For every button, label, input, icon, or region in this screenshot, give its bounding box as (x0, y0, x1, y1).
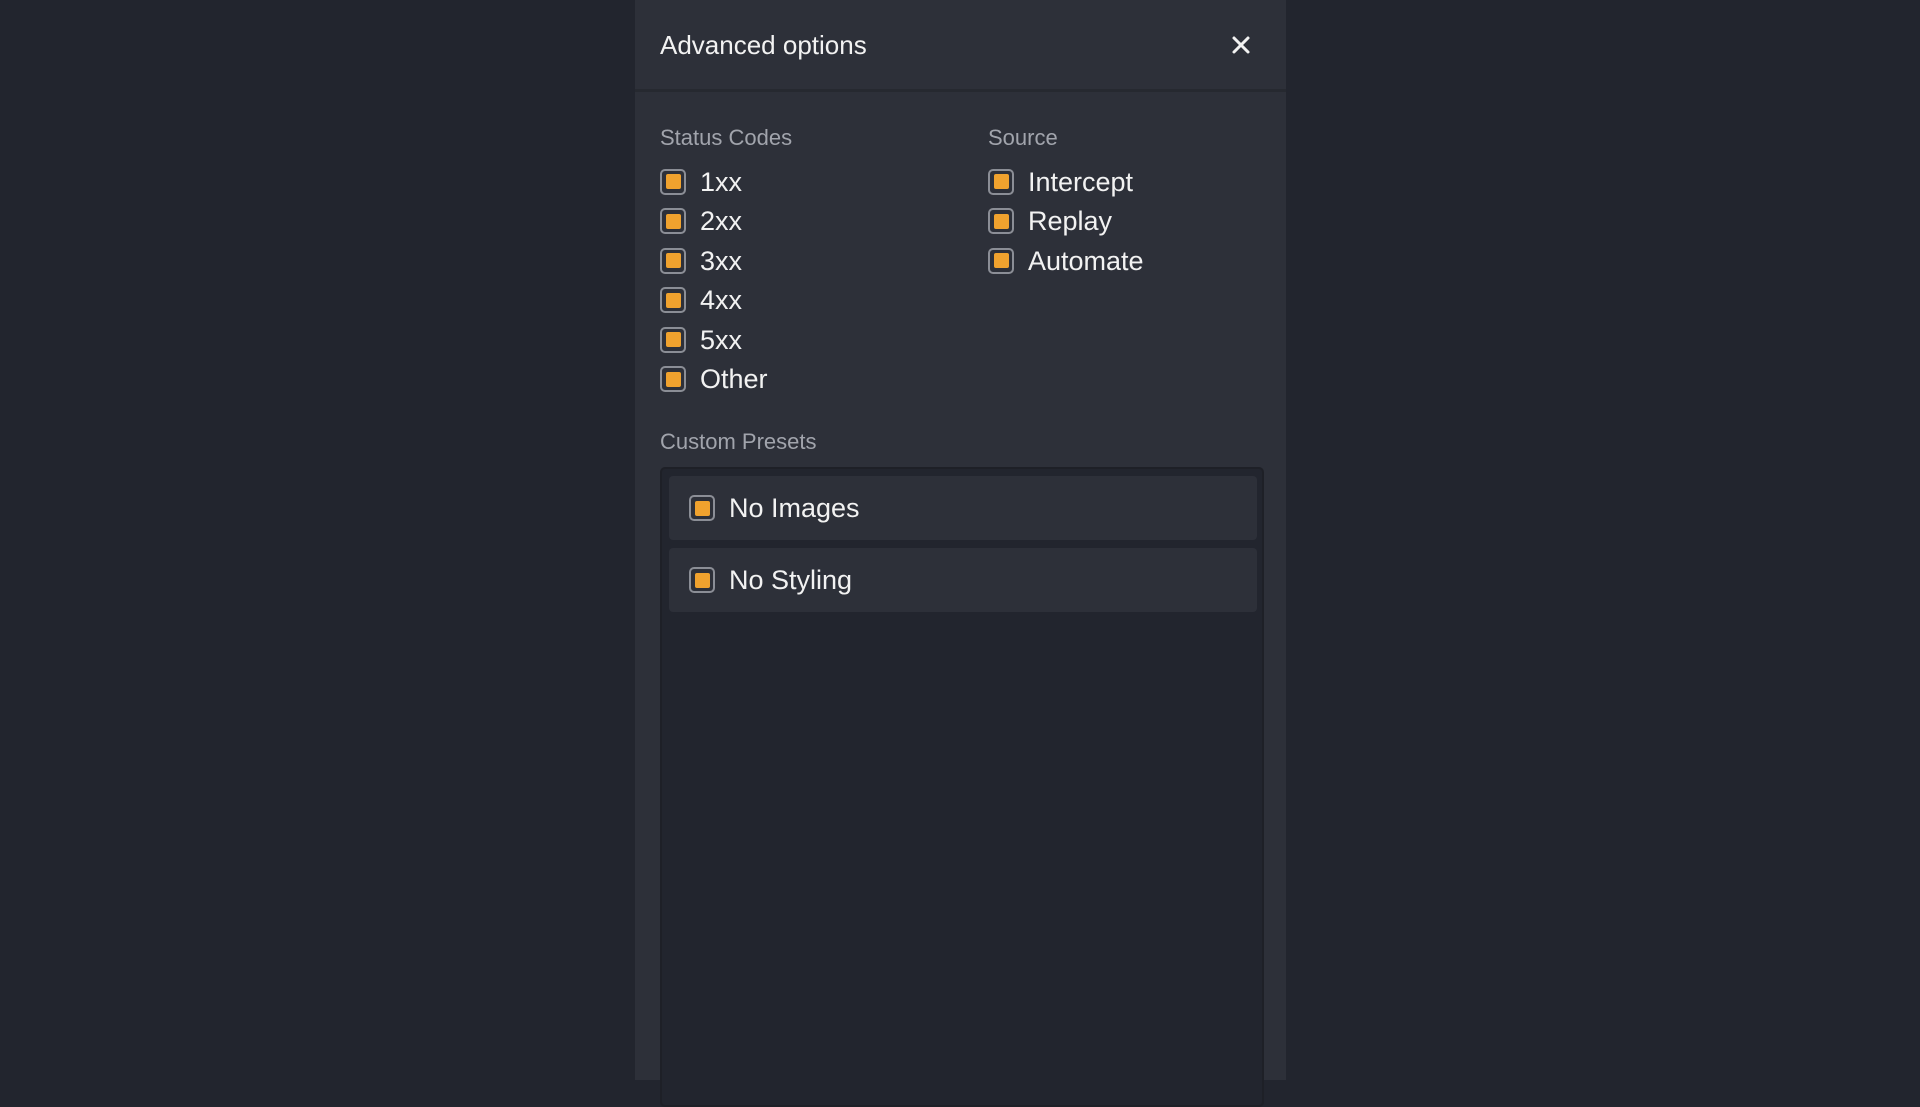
checked-fill (665, 292, 681, 308)
status-code-2xx-option[interactable]: 2xx (660, 202, 768, 242)
checkbox[interactable] (660, 247, 686, 274)
option-label: Replay (1028, 206, 1113, 237)
checkbox[interactable] (660, 366, 686, 393)
status-codes-label: Status Codes (660, 125, 793, 150)
preset-label: No Images (729, 493, 860, 523)
checkbox[interactable] (660, 326, 686, 353)
status-code-other-option[interactable]: Other (660, 360, 768, 400)
option-label: 5xx (700, 324, 743, 355)
source-label: Source (988, 125, 1058, 150)
option-label: Automate (1028, 245, 1144, 276)
checkbox[interactable] (988, 168, 1014, 195)
custom-presets-label: Custom Presets (660, 429, 817, 454)
checked-fill (665, 174, 681, 190)
checked-fill (993, 213, 1009, 229)
source-replay-option[interactable]: Replay (988, 202, 1144, 242)
checked-fill (665, 332, 681, 348)
status-code-5xx-option[interactable]: 5xx (660, 320, 768, 360)
source-automate-option[interactable]: Automate (988, 241, 1144, 281)
option-label: 1xx (700, 166, 743, 197)
status-code-3xx-option[interactable]: 3xx (660, 241, 768, 281)
checked-fill (665, 213, 681, 229)
preset-no-images[interactable]: No Images (669, 476, 1257, 540)
source-intercept-option[interactable]: Intercept (988, 162, 1144, 202)
close-icon (1232, 36, 1250, 54)
checked-fill (993, 174, 1009, 190)
checked-fill (694, 572, 710, 588)
checked-fill (993, 253, 1009, 269)
option-label: 4xx (700, 285, 743, 316)
custom-presets-list: No Images No Styling (660, 467, 1264, 1107)
dialog-title: Advanced options (660, 30, 867, 60)
checkbox[interactable] (660, 208, 686, 235)
checked-fill (694, 500, 710, 516)
advanced-options-dialog: Advanced options Status Codes 1xx 2xx 3x… (635, 0, 1286, 1107)
option-label: 2xx (700, 206, 743, 237)
checked-fill (665, 371, 681, 387)
checkbox[interactable] (689, 567, 715, 593)
checked-fill (665, 253, 681, 269)
dialog-header: Advanced options (635, 0, 1286, 92)
option-label: 3xx (700, 245, 743, 276)
preset-label: No Styling (729, 565, 853, 595)
status-code-1xx-option[interactable]: 1xx (660, 162, 768, 202)
checkbox[interactable] (689, 495, 715, 521)
status-codes-list: 1xx 2xx 3xx 4xx 5xx Other (660, 162, 768, 399)
option-label: Other (700, 364, 768, 395)
checkbox[interactable] (660, 287, 686, 314)
checkbox[interactable] (988, 208, 1014, 235)
checkbox[interactable] (660, 168, 686, 195)
option-label: Intercept (1028, 166, 1134, 197)
preset-no-styling[interactable]: No Styling (669, 548, 1257, 612)
checkbox[interactable] (988, 247, 1014, 274)
close-button[interactable] (1226, 30, 1256, 60)
source-list: Intercept Replay Automate (988, 162, 1144, 281)
status-code-4xx-option[interactable]: 4xx (660, 281, 768, 321)
